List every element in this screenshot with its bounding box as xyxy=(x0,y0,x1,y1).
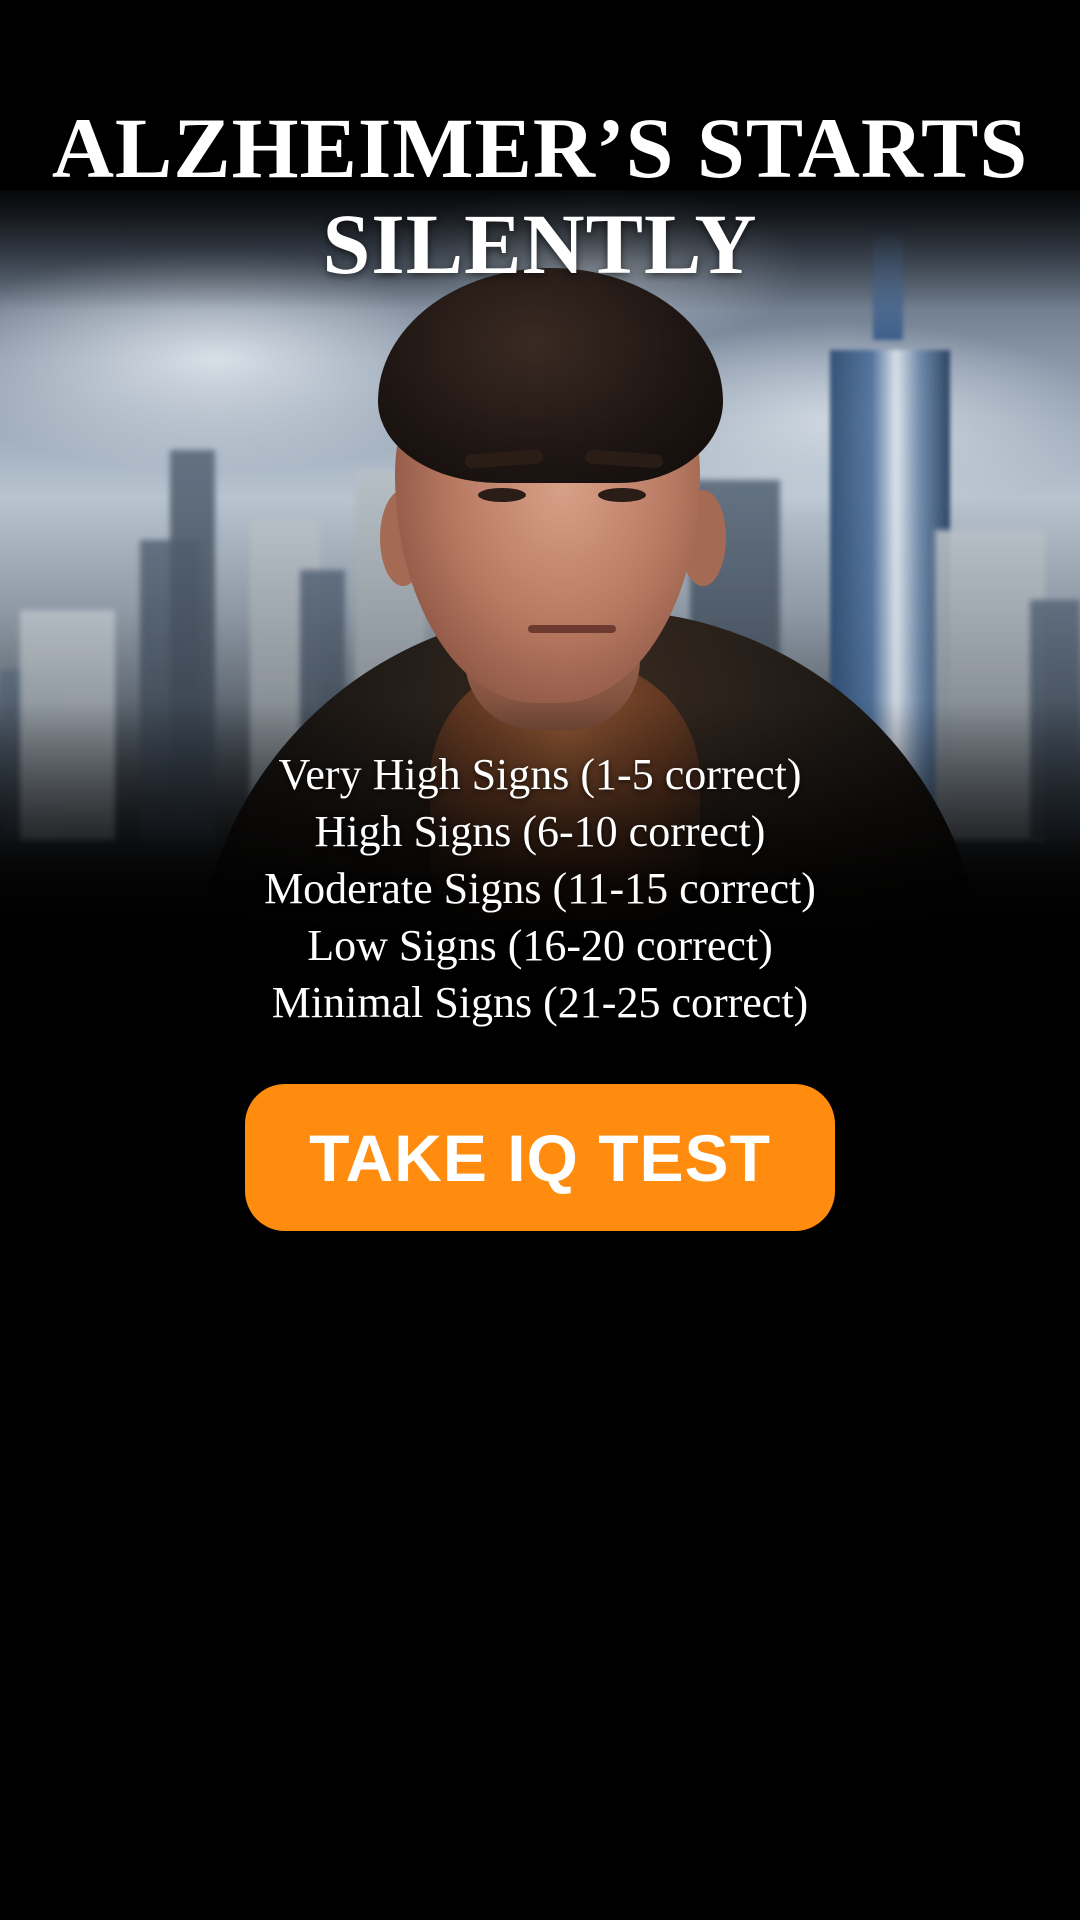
eye xyxy=(598,488,646,502)
mouth xyxy=(528,625,616,633)
ad-page: ALZHEIMER’S STARTS SILENTLY Very High Si… xyxy=(0,0,1080,1920)
score-range-very-high: Very High Signs (1-5 correct) xyxy=(278,750,802,799)
page-title-line-2: SILENTLY xyxy=(322,196,758,292)
score-range-moderate: Moderate Signs (11-15 correct) xyxy=(264,864,816,913)
page-title-line-1: ALZHEIMER’S STARTS xyxy=(51,100,1029,196)
score-range-low: Low Signs (16-20 correct) xyxy=(307,921,773,970)
hair xyxy=(378,268,723,483)
page-title: ALZHEIMER’S STARTS SILENTLY xyxy=(40,100,1040,292)
score-range-minimal: Minimal Signs (21-25 correct) xyxy=(271,978,809,1027)
eye xyxy=(478,488,526,502)
take-iq-test-button[interactable]: TAKE IQ TEST xyxy=(245,1084,835,1231)
score-range-list: Very High Signs (1-5 correct) High Signs… xyxy=(140,746,940,1031)
score-range-high: High Signs (6-10 correct) xyxy=(314,807,766,856)
